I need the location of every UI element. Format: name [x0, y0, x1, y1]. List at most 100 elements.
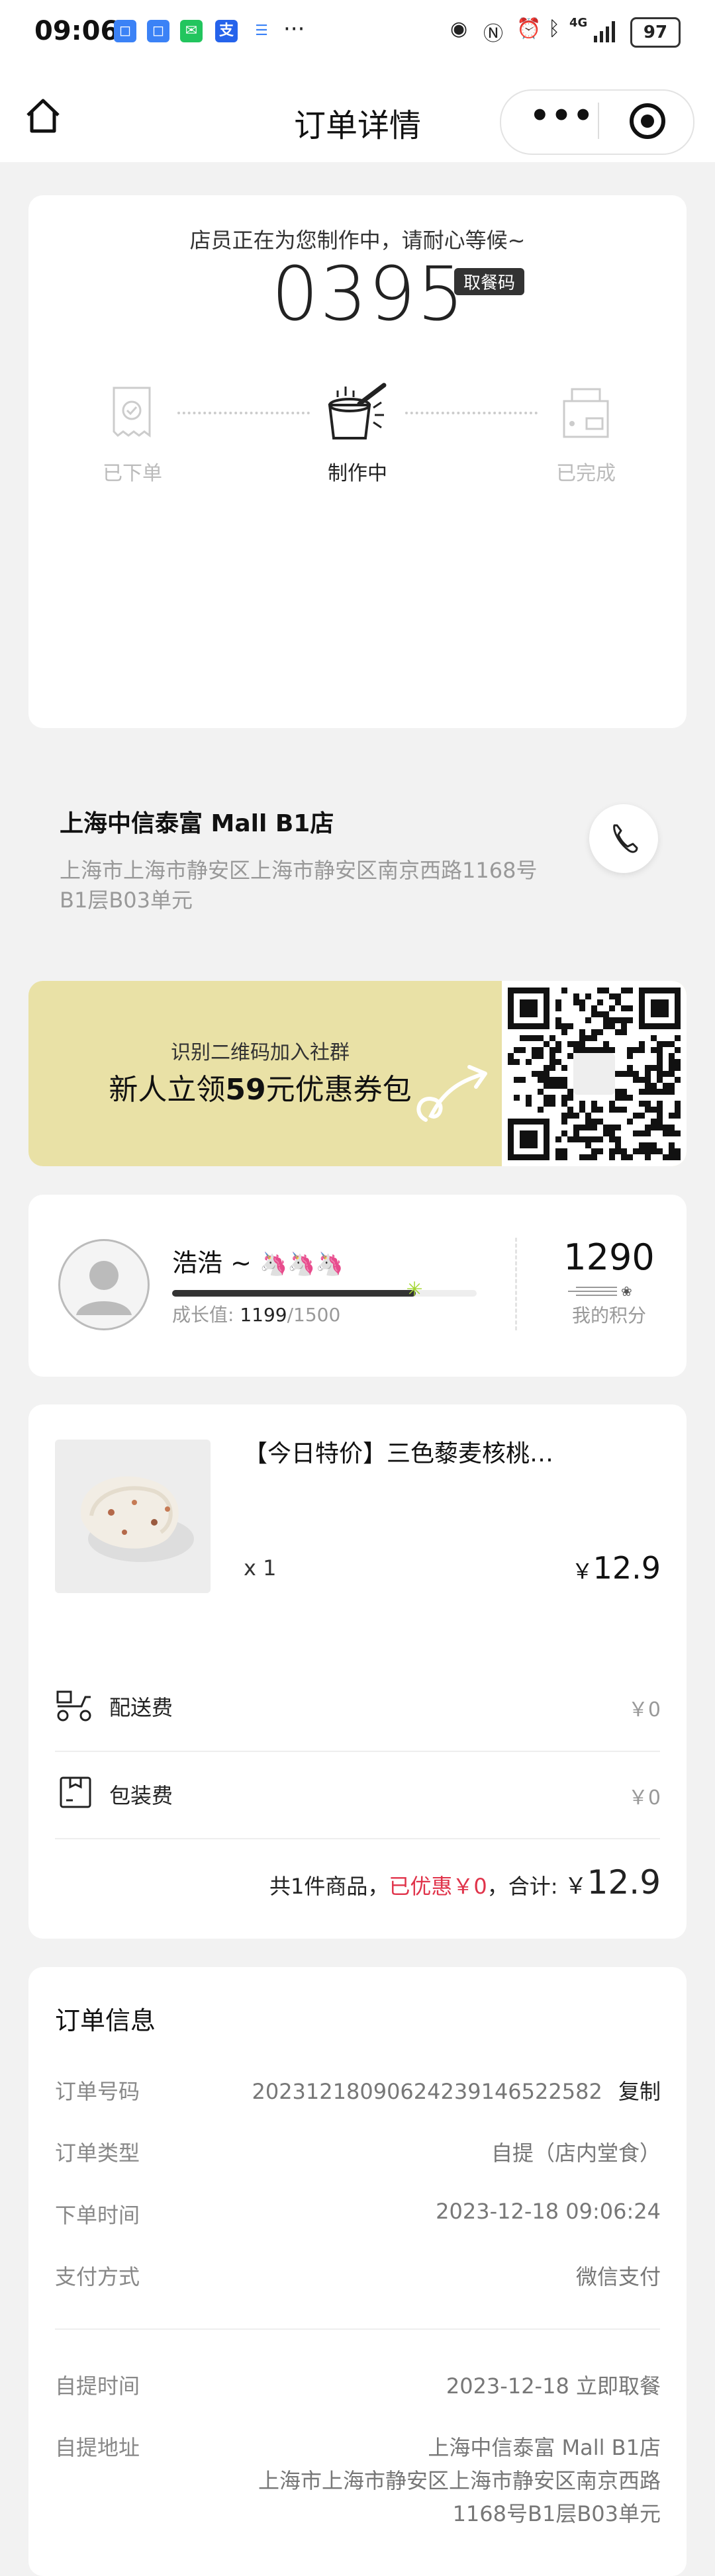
- summary-total: 12.9: [587, 1863, 661, 1902]
- qr-module: [555, 1083, 561, 1089]
- qr-module: [675, 1059, 681, 1065]
- qr-module: [520, 1035, 526, 1041]
- qr-module: [555, 1023, 561, 1029]
- qr-module: [561, 1119, 567, 1125]
- qr-module: [645, 1089, 651, 1095]
- qr-module: [615, 1148, 621, 1154]
- qr-module: [621, 1089, 627, 1095]
- qr-module: [621, 1005, 627, 1011]
- qr-module: [651, 1119, 657, 1125]
- alarm-icon: ⏰: [516, 17, 542, 40]
- qr-module: [597, 1029, 603, 1035]
- qr-module: [555, 1136, 561, 1142]
- qr-module: [645, 1077, 651, 1083]
- qr-module: [657, 1148, 663, 1154]
- qr-module: [567, 1053, 573, 1059]
- qr-module: [549, 1065, 555, 1071]
- qr-module: [579, 1107, 585, 1113]
- community-banner[interactable]: 识别二维码加入社群 新人立领59元优惠券包: [28, 981, 687, 1166]
- qr-module: [579, 1005, 585, 1011]
- banner-amount: 59: [225, 1073, 266, 1107]
- qr-module: [669, 1059, 675, 1065]
- qr-module: [591, 1136, 597, 1142]
- qr-module: [651, 1047, 657, 1053]
- copy-button[interactable]: 复制: [618, 2079, 661, 2104]
- qr-module: [514, 1095, 520, 1101]
- pickup-code-badge: 取餐码: [454, 268, 525, 295]
- qr-module: [585, 1113, 591, 1119]
- qr-module: [669, 1089, 675, 1095]
- status-message: 店员正在为您制作中，请耐心等候~: [189, 228, 526, 253]
- bluetooth-icon: ᛒ: [548, 17, 560, 40]
- growth-current: 1199: [240, 1304, 287, 1326]
- qr-module: [544, 1065, 549, 1071]
- qr-module: [675, 1077, 681, 1083]
- qr-module: [555, 1148, 561, 1154]
- qr-module: [651, 1125, 657, 1130]
- qr-module: [609, 1148, 615, 1154]
- fee-label-package: 包装费: [109, 1783, 173, 1808]
- qr-module: [669, 1041, 675, 1047]
- app-notification-icon: ◻: [147, 20, 169, 42]
- qr-module: [627, 1065, 633, 1071]
- qr-module: [585, 1035, 591, 1041]
- qr-module: [549, 1053, 555, 1059]
- qr-module: [591, 1101, 597, 1107]
- qr-module: [573, 1041, 579, 1047]
- step-making-icon: [323, 379, 392, 445]
- qr-module: [579, 1154, 585, 1160]
- qr-module: [645, 1130, 651, 1136]
- payment-label: 支付方式: [55, 2264, 140, 2289]
- member-name-text: 浩浩 ~: [172, 1248, 252, 1277]
- product-image[interactable]: [55, 1440, 211, 1593]
- qr-module: [567, 1136, 573, 1142]
- qr-module: [609, 1154, 615, 1160]
- order-summary: 共1件商品，已优惠￥0，合计: ￥12.9: [269, 1863, 661, 1902]
- qr-module: [609, 1017, 615, 1023]
- growth-label: 成长值:: [172, 1304, 234, 1326]
- avatar[interactable]: [58, 1239, 150, 1330]
- qr-module: [526, 1101, 532, 1107]
- qr-module: [597, 999, 603, 1005]
- qr-module: [663, 1154, 669, 1160]
- qr-module: [657, 1101, 663, 1107]
- signal-icon: [593, 20, 619, 42]
- qr-module: [603, 1011, 609, 1017]
- qr-module: [520, 1047, 526, 1053]
- call-store-button[interactable]: [589, 804, 658, 873]
- banner-line2-a: 新人立领: [109, 1073, 226, 1107]
- qr-module: [669, 1071, 675, 1077]
- member-divider: [515, 1238, 517, 1330]
- wechat-icon: ✉: [180, 20, 203, 42]
- pickup-address-line2: 上海市上海市静安区上海市静安区南京西路: [258, 2468, 661, 2493]
- qr-module: [669, 1142, 675, 1148]
- qr-module: [561, 1130, 567, 1136]
- qr-module: [544, 1077, 549, 1083]
- step-ordered-icon: [110, 384, 154, 439]
- qr-module: [573, 1125, 579, 1130]
- qr-module: [585, 1136, 591, 1142]
- order-type-label: 订单类型: [55, 2140, 140, 2166]
- community-qr-code[interactable]: [502, 981, 687, 1166]
- qr-module: [585, 1142, 591, 1148]
- qr-module: [526, 1059, 532, 1065]
- qr-module: [591, 1125, 597, 1130]
- qr-module: [579, 1101, 585, 1107]
- qr-module: [561, 1113, 567, 1119]
- qr-module: [633, 1077, 639, 1083]
- qr-module: [615, 993, 621, 999]
- qr-module: [591, 1035, 597, 1041]
- qr-module: [532, 1047, 538, 1053]
- store-name: 上海中信泰富 Mall B1店: [60, 810, 334, 837]
- qr-module: [555, 1005, 561, 1011]
- close-target-icon[interactable]: [629, 103, 666, 140]
- qr-module: [627, 1119, 633, 1125]
- qr-module: [645, 1071, 651, 1077]
- qr-module: [615, 1136, 621, 1142]
- qr-module: [555, 1059, 561, 1065]
- qr-module: [609, 993, 615, 999]
- qr-module: [657, 1041, 663, 1047]
- price-value: 12.9: [593, 1550, 661, 1586]
- more-menu-button[interactable]: •••: [530, 100, 593, 139]
- qr-module: [544, 1101, 549, 1107]
